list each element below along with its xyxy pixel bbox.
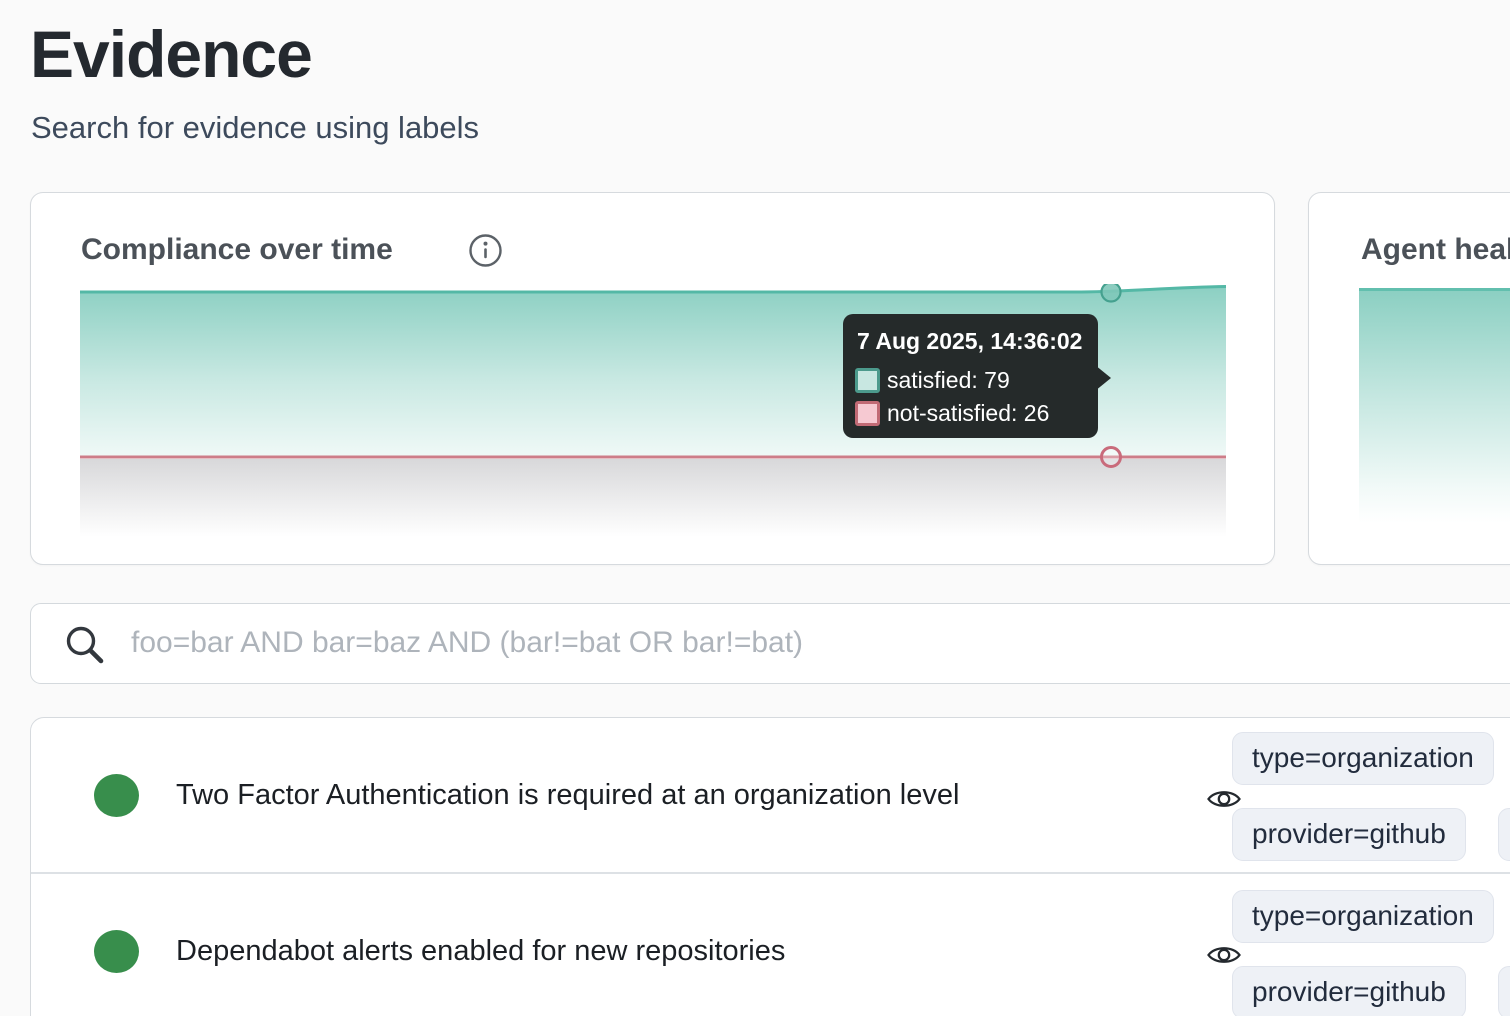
view-evidence-button[interactable] [1206,943,1242,970]
page-title: Evidence [30,17,313,91]
tooltip-arrow [1095,365,1111,391]
tooltip-satisfied-value: satisfied: 79 [887,366,1010,393]
agent-health-card: Agent health [1308,192,1510,565]
eye-icon [1207,791,1241,807]
evidence-title: Dependabot alerts enabled for new reposi… [176,935,786,967]
evidence-list: Two Factor Authentication is required at… [30,717,1510,1016]
satisfied-swatch-icon [855,367,880,393]
info-circle-icon[interactable] [468,233,503,273]
tooltip-timestamp: 7 Aug 2025, 14:36:02 [857,328,1083,354]
tooltip-satisfied-row: satisfied: 79 [855,365,1086,395]
evidence-row-two-factor[interactable]: Two Factor Authentication is required at… [31,718,1510,874]
not-satisfied-marker-ring[interactable] [1100,446,1122,468]
page-subtitle: Search for evidence using labels [31,110,480,145]
not-satisfied-swatch-icon [855,400,880,426]
search-icon [64,624,106,671]
eye-icon [1207,947,1241,963]
satisfied-line [80,285,1227,294]
chart-tooltip: 7 Aug 2025, 14:36:02 satisfied: 79 not-s… [843,314,1098,438]
tag-provider-github[interactable]: provider=github [1232,808,1466,861]
tag-partial[interactable] [1498,808,1510,861]
evidence-row-dependabot[interactable]: Dependabot alerts enabled for new reposi… [31,876,1510,1016]
agent-card-title: Agent health [1361,233,1510,266]
label-search-bar [30,603,1510,684]
tag-type-organization[interactable]: type=organization [1232,890,1494,943]
tag-partial[interactable] [1498,966,1510,1016]
compliance-card-title: Compliance over time [81,233,393,266]
tooltip-not-satisfied-row: not-satisfied: 26 [855,398,1086,428]
evidence-page: Evidence Search for evidence using label… [0,0,1510,1016]
agent-health-chart[interactable] [1359,288,1510,523]
status-dot-satisfied [94,774,139,817]
tag-provider-github[interactable]: provider=github [1232,966,1466,1016]
satisfied-marker-dot[interactable] [1100,284,1122,303]
status-dot-satisfied [94,930,139,973]
tooltip-not-satisfied-value: not-satisfied: 26 [887,399,1050,426]
evidence-title: Two Factor Authentication is required at… [176,779,960,811]
search-input[interactable] [131,604,1431,682]
not-satisfied-area [80,459,1226,537]
tag-type-organization[interactable]: type=organization [1232,732,1494,785]
compliance-over-time-card: Compliance over time 7 Aug 2025, 14:36:0… [30,192,1275,565]
